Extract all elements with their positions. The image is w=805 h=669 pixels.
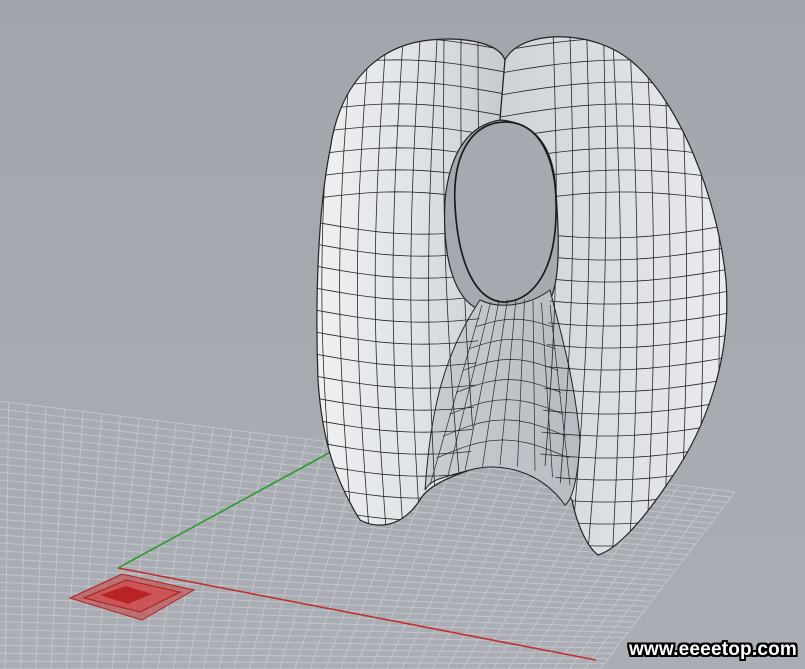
perspective-viewport[interactable]: www.eeeetop.com [0, 0, 805, 669]
x-axis-line [117, 567, 597, 661]
wireframe-surface-mesh[interactable] [304, 16, 736, 558]
watermark: www.eeeetop.com [628, 639, 797, 660]
3d-scene[interactable] [0, 0, 805, 669]
